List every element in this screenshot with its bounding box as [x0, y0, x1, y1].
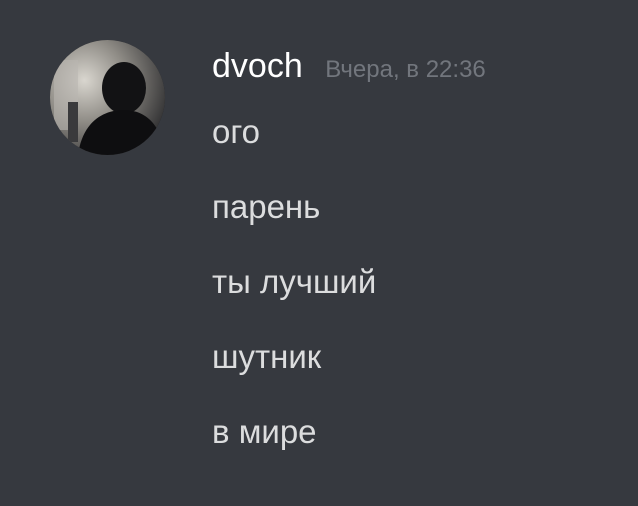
- username[interactable]: dvoch: [212, 44, 303, 88]
- message-line: ты лучший: [212, 263, 377, 300]
- message-line: ого: [212, 113, 261, 150]
- message-line: парень: [212, 188, 321, 225]
- message-timestamp: Вчера, в 22:36: [325, 56, 486, 83]
- chat-message: dvoch Вчера, в 22:36 ого парень ты лучши…: [0, 0, 638, 506]
- message-content: ого парень ты лучший шутник в мире: [212, 110, 376, 454]
- avatar-photo-icon: [50, 40, 165, 155]
- message-line: шутник: [212, 338, 322, 375]
- message-line: в мире: [212, 413, 317, 450]
- user-avatar[interactable]: [50, 40, 165, 155]
- message-header: dvoch Вчера, в 22:36: [212, 44, 486, 88]
